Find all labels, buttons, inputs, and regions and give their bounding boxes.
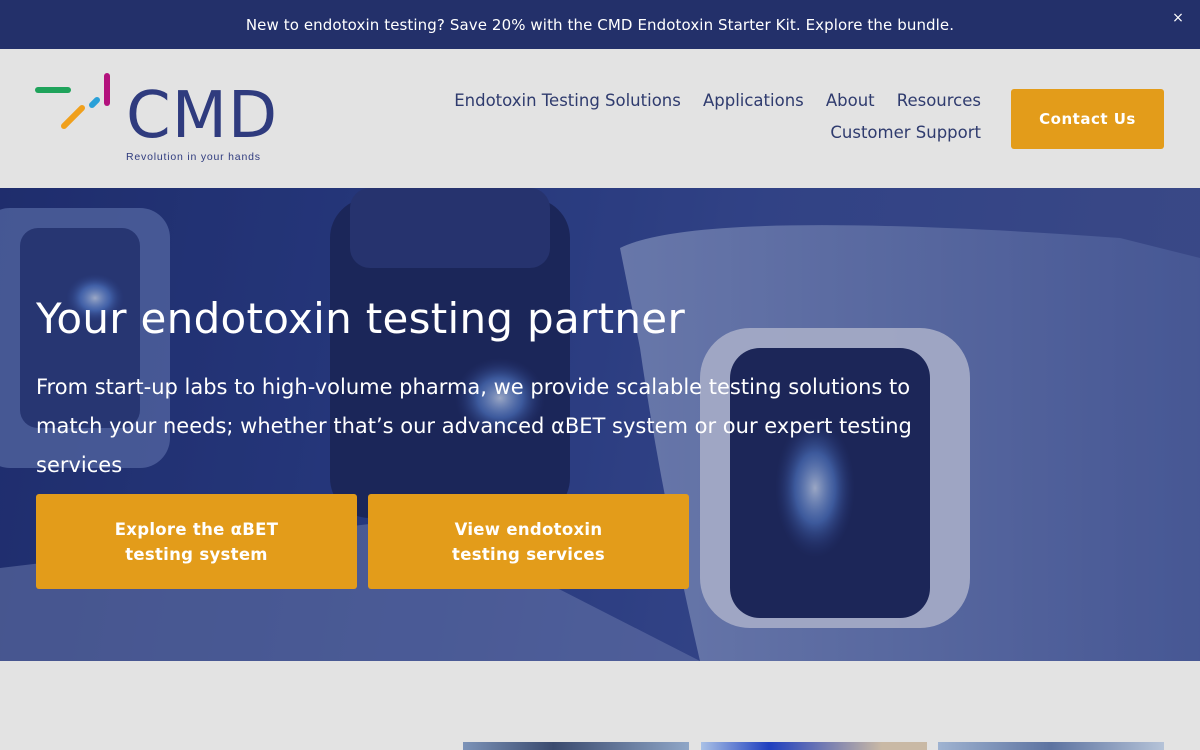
explore-abet-system-button[interactable]: Explore the αBET testing system bbox=[36, 494, 357, 589]
view-testing-services-button[interactable]: View endotoxin testing services bbox=[368, 494, 689, 589]
main-nav: Endotoxin Testing Solutions Applications… bbox=[421, 85, 981, 149]
hero-title: Your endotoxin testing partner bbox=[36, 294, 686, 343]
nav-item-resources[interactable]: Resources bbox=[897, 85, 981, 117]
logo-tagline: Revolution in your hands bbox=[126, 151, 261, 163]
solutions-section bbox=[0, 661, 1200, 750]
contact-us-button[interactable]: Contact Us bbox=[1011, 89, 1164, 149]
solution-thumbnail[interactable] bbox=[938, 742, 1164, 750]
announcement-bar[interactable]: New to endotoxin testing? Save 20% with … bbox=[0, 0, 1200, 49]
nav-item-endotoxin-testing-solutions[interactable]: Endotoxin Testing Solutions bbox=[454, 85, 681, 117]
nav-item-customer-support[interactable]: Customer Support bbox=[830, 117, 981, 149]
hero-subtitle: From start-up labs to high-volume pharma… bbox=[36, 375, 912, 477]
announcement-text[interactable]: New to endotoxin testing? Save 20% with … bbox=[246, 16, 954, 34]
nav-item-about[interactable]: About bbox=[826, 85, 875, 117]
hero-section: Your endotoxin testing partner From star… bbox=[0, 188, 1200, 661]
solution-thumbnail[interactable] bbox=[701, 742, 927, 750]
solution-thumbnail[interactable] bbox=[463, 742, 689, 750]
logo-mark-icon bbox=[35, 73, 110, 129]
logo-wordmark: CMD bbox=[126, 79, 279, 153]
cmd-logo[interactable]: CMD Revolution in your hands bbox=[34, 71, 294, 167]
nav-item-applications[interactable]: Applications bbox=[703, 85, 804, 117]
site-header: CMD Revolution in your hands Endotoxin T… bbox=[0, 49, 1200, 188]
close-icon[interactable]: × bbox=[1170, 10, 1186, 26]
